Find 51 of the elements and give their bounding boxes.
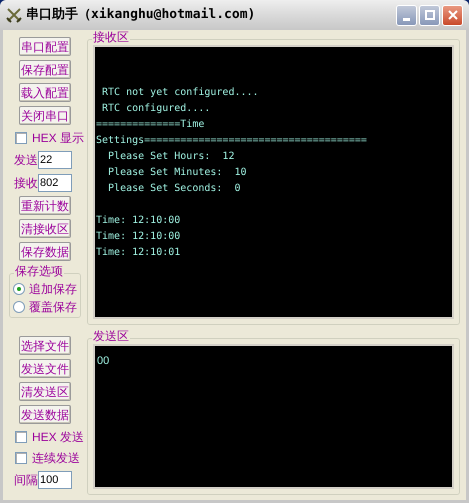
command-button[interactable]: 保存数据	[19, 242, 71, 261]
output-line: Time: 12:10:01	[96, 246, 180, 260]
checkbox-label: 连续发送	[32, 452, 80, 464]
output-line: Time: 12:10:00	[96, 230, 180, 244]
command-button[interactable]: 选择文件	[19, 336, 71, 355]
group-title: 保存选项	[14, 265, 64, 277]
group-title: 接收区	[92, 31, 130, 43]
radio-button[interactable]	[13, 283, 25, 295]
command-button[interactable]: 发送数据	[19, 405, 71, 424]
output-line: Please Set Minutes: 10	[107, 166, 247, 180]
radio-label: 覆盖保存	[29, 301, 77, 313]
radio-label: 追加保存	[29, 283, 77, 295]
command-button[interactable]: 重新计数	[19, 196, 71, 215]
minimize-icon	[403, 18, 410, 20]
send-text-area[interactable]: 00	[93, 344, 454, 489]
command-button[interactable]: 清接收区	[19, 219, 71, 238]
checkbox-label: HEX 显示	[32, 132, 84, 144]
command-button[interactable]: 串口配置	[19, 37, 71, 56]
field-label: 接收	[14, 176, 38, 188]
output-line: ==============Time	[96, 118, 204, 132]
checkbox[interactable]	[15, 430, 27, 442]
command-button[interactable]: 关闭串口	[19, 106, 71, 125]
output-line: RTC configured....	[101, 102, 210, 116]
minimize-button[interactable]	[396, 4, 417, 26]
checkbox[interactable]	[15, 132, 27, 144]
output-line: Settings=====================================	[96, 134, 367, 148]
output-line: Please Set Seconds: 0	[107, 182, 240, 196]
receive-text-area[interactable]	[93, 45, 454, 319]
close-button[interactable]	[442, 4, 463, 26]
output-line: RTC not yet configured....	[101, 86, 259, 100]
input-field[interactable]: 22	[38, 150, 72, 168]
checkbox-label: HEX 发送	[32, 430, 84, 442]
field-label: 间隔	[14, 474, 38, 486]
crossed-swords-icon	[6, 7, 22, 23]
input-field[interactable]: 100	[38, 470, 72, 488]
command-button[interactable]: 清发送区	[19, 382, 71, 401]
maximize-icon	[424, 10, 434, 20]
radio-button[interactable]	[13, 301, 25, 313]
send-text: 00	[97, 355, 110, 367]
output-line: Please Set Hours: 12	[107, 150, 234, 164]
checkbox[interactable]	[15, 452, 27, 464]
field-label: 发送	[14, 154, 38, 166]
group-title: 发送区	[92, 330, 130, 342]
output-line: Time: 12:10:00	[96, 214, 180, 228]
close-icon	[448, 10, 458, 20]
window-title: 串口助手（xikanghu@hotmail.com)	[26, 6, 256, 24]
command-button[interactable]: 保存配置	[19, 60, 71, 79]
input-field[interactable]: 802	[38, 174, 72, 192]
command-button[interactable]: 发送文件	[19, 359, 71, 378]
command-button[interactable]: 载入配置	[19, 83, 71, 102]
maximize-button[interactable]	[419, 4, 440, 26]
